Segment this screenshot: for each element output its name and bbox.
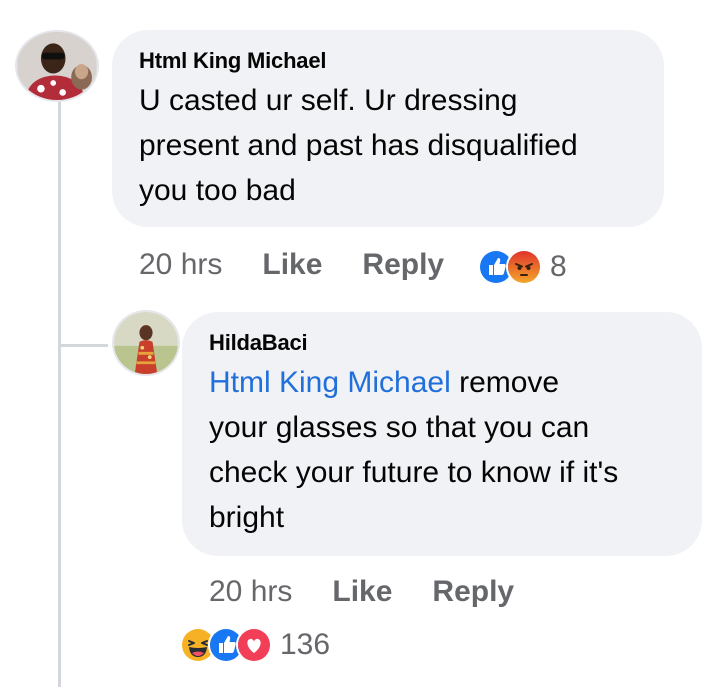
reaction-count: 136 [280, 628, 331, 661]
comment-text-line: present and past has disqualified [139, 129, 578, 162]
like-button[interactable]: Like [262, 248, 322, 282]
profile-photo-icon [114, 312, 178, 374]
reply-button[interactable]: Reply [362, 248, 444, 282]
reply-text-fragment: remove [450, 366, 560, 399]
comment-reactions[interactable]: 8 [478, 249, 567, 285]
reply-author[interactable]: HildaBaci [209, 330, 702, 356]
love-reaction-icon [236, 627, 272, 663]
like-button[interactable]: Like [332, 575, 392, 609]
reply-reactions[interactable]: 136 [180, 627, 330, 663]
comment-text: U casted ur self. Ur dressing present an… [139, 78, 664, 213]
reply-text: Html King Michael remove your glasses so… [209, 360, 702, 540]
reply-bubble[interactable]: HildaBaci Html King Michael remove your … [182, 312, 702, 556]
reaction-count: 8 [550, 250, 567, 283]
comment-author[interactable]: Html King Michael [139, 48, 664, 74]
reply-meta: 20 hrs Like Reply [209, 572, 514, 612]
reply-text-line: check your future to know if it's [209, 456, 619, 489]
profile-photo-icon [17, 32, 97, 100]
reply-button[interactable]: Reply [432, 575, 514, 609]
reply-text-line: Html King Michael remove [209, 360, 702, 405]
mention-link[interactable]: Html King Michael [209, 366, 451, 399]
avatar[interactable] [112, 310, 180, 376]
angry-reaction-icon [506, 249, 542, 285]
comment-meta: 20 hrs Like Reply [139, 245, 444, 285]
avatar[interactable] [15, 30, 99, 102]
reply-timestamp[interactable]: 20 hrs [209, 575, 292, 609]
comment-text-line: U casted ur self. Ur dressing [139, 84, 518, 117]
reply-text-line: your glasses so that you can [209, 411, 590, 444]
thread-line-vertical [58, 100, 61, 687]
thread-line-branch [58, 344, 108, 347]
comment-timestamp[interactable]: 20 hrs [139, 248, 222, 282]
comment-bubble[interactable]: Html King Michael U casted ur self. Ur d… [112, 30, 664, 227]
reply-text-line: bright [209, 501, 285, 534]
comment-text-line: you too bad [139, 174, 296, 207]
